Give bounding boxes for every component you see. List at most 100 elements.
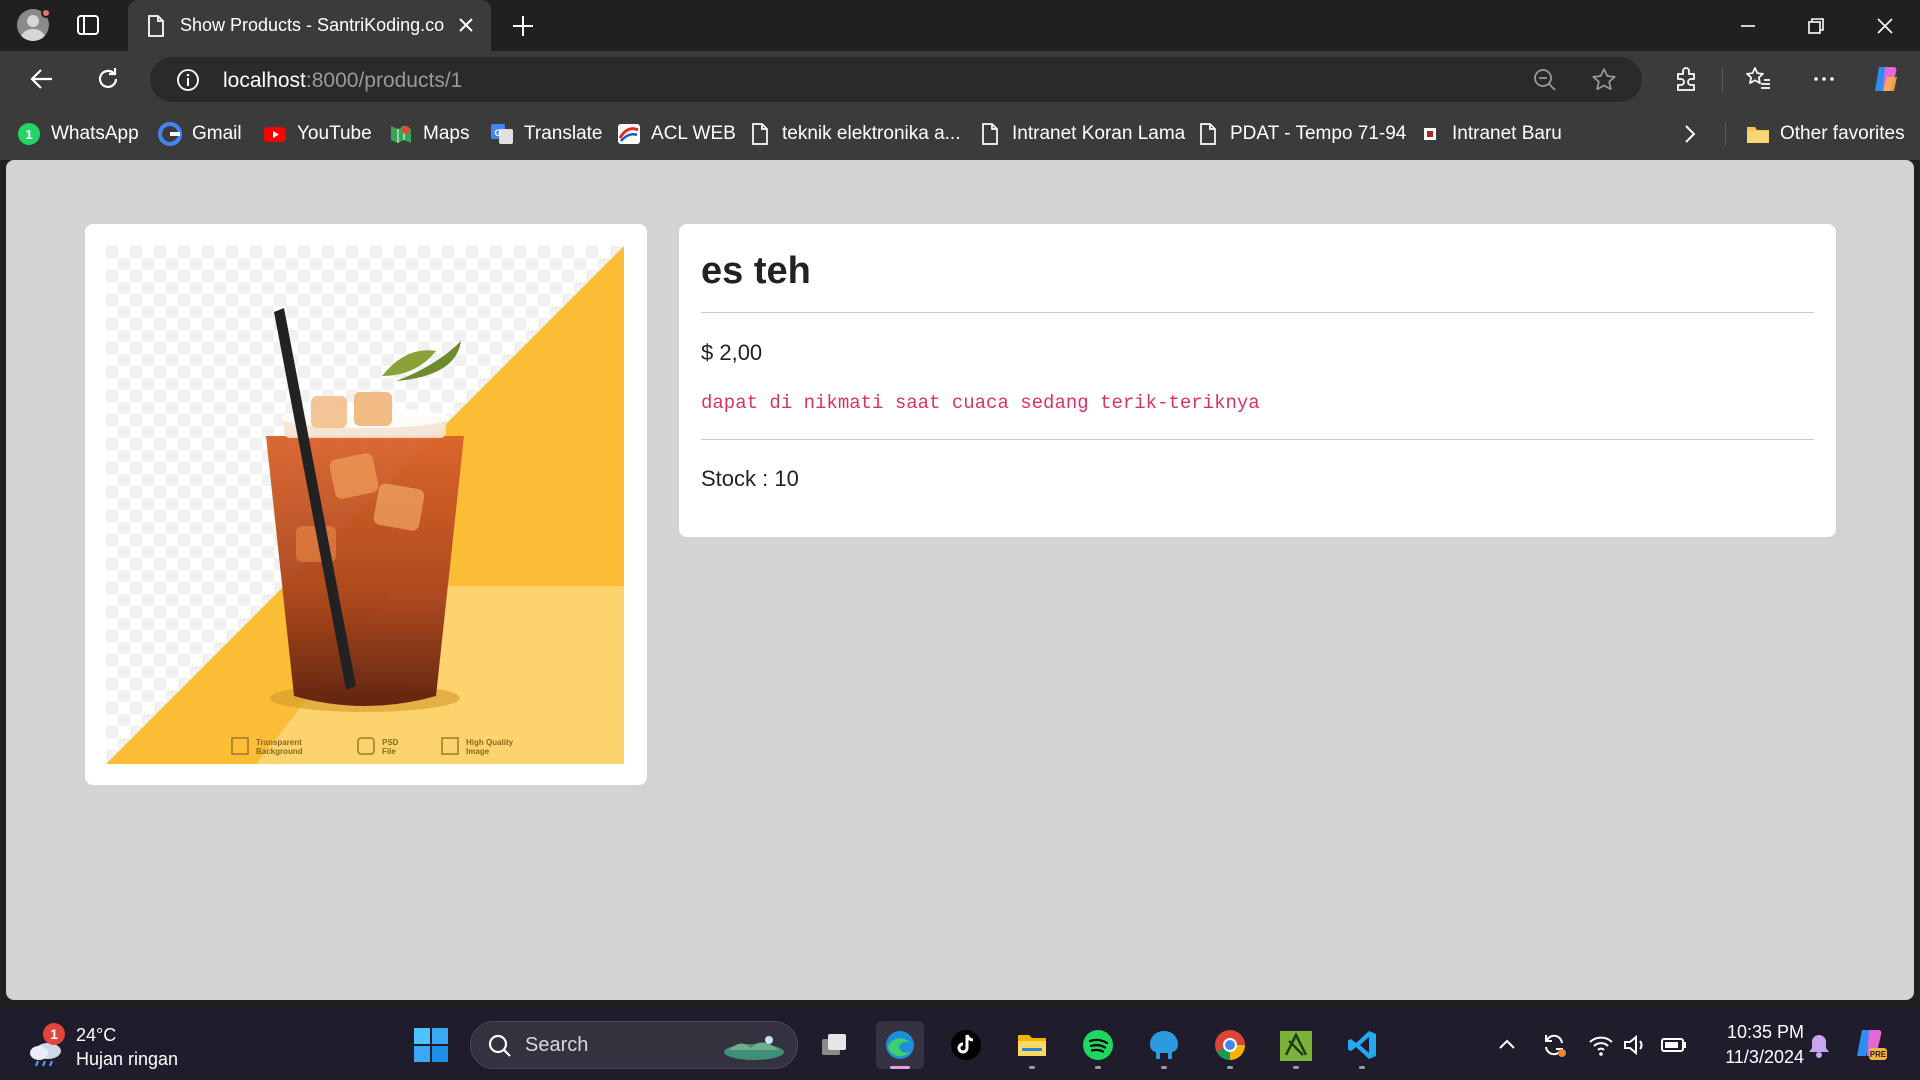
task-view-icon (822, 1034, 846, 1055)
product-stock: Stock : 10 (701, 466, 799, 491)
running-indicator (1161, 1066, 1167, 1069)
plus-icon[interactable] (510, 13, 536, 39)
svg-text:G: G (494, 128, 501, 138)
running-indicator (1359, 1066, 1365, 1069)
bookmark-gmail[interactable]: Gmail (158, 121, 242, 147)
badge-2-line1: PSD (382, 738, 399, 747)
tab-title: Show Products - SantriKoding.com (180, 15, 445, 35)
page-icon (982, 123, 998, 145)
taskbar-clock[interactable]: 10:35 PM 11/3/2024 (1700, 1020, 1804, 1070)
taskbar-edge[interactable] (876, 1021, 924, 1069)
zoom-out-icon[interactable] (1532, 67, 1558, 93)
copilot-icon[interactable] (1870, 63, 1902, 95)
product-name: es teh (701, 250, 811, 292)
search-icon (488, 1034, 511, 1057)
sync-icon[interactable] (1540, 1031, 1568, 1059)
vscode-icon (1348, 1031, 1376, 1059)
taskbar-search[interactable]: Search (470, 1021, 798, 1069)
restore-icon[interactable] (1803, 13, 1829, 39)
profile-notification-dot (41, 8, 51, 18)
taskbar-vscode[interactable] (1338, 1021, 1386, 1069)
page-icon (752, 123, 768, 145)
taskbar-xampp[interactable] (1272, 1021, 1320, 1069)
google-icon (158, 122, 182, 146)
page-viewport: Transparent Background PSD File High Qua… (6, 160, 1914, 1000)
taskbar-file-explorer[interactable] (1008, 1021, 1056, 1069)
tab-actions-icon[interactable] (76, 14, 100, 36)
running-indicator (1029, 1066, 1035, 1069)
product-image: Transparent Background PSD File High Qua… (106, 246, 624, 764)
chrome-icon (1215, 1030, 1245, 1060)
taskbar-chrome[interactable] (1206, 1021, 1254, 1069)
clock-time: 10:35 PM (1726, 1022, 1804, 1042)
divider (701, 439, 1814, 440)
file-explorer-icon (1018, 1035, 1046, 1056)
page-icon (148, 15, 164, 37)
bookmark-pdat-tempo[interactable]: PDAT - Tempo 71-94 (1196, 121, 1406, 147)
tiktok-icon (951, 1030, 981, 1060)
product-image-card: Transparent Background PSD File High Qua… (85, 224, 647, 785)
wifi-icon[interactable] (1587, 1031, 1615, 1059)
active-indicator (890, 1066, 910, 1069)
bookmark-acl-web[interactable]: ACL WEB (617, 121, 736, 147)
edge-icon (886, 1031, 914, 1059)
bookmark-teknik-elektronika[interactable]: teknik elektronika a... (748, 121, 960, 147)
clock-date: 11/3/2024 (1725, 1047, 1804, 1067)
taskbar-spotify[interactable] (1074, 1021, 1122, 1069)
windows-start-icon[interactable] (413, 1027, 449, 1063)
bookmark-other-favorites[interactable]: Other favorites (1746, 121, 1905, 147)
taskbar: 1 24°C Hujan ringan Search 10:35 PM 11/3… (0, 1010, 1920, 1080)
copilot-icon[interactable]: PRE (1852, 1026, 1888, 1062)
weather-condition: Hujan ringan (76, 1049, 179, 1069)
volume-icon[interactable] (1621, 1031, 1649, 1059)
whatsapp-icon: 1 (18, 123, 40, 145)
tab-close-icon[interactable] (456, 15, 476, 35)
title-bar: Show Products - SantriKoding.com (0, 0, 1920, 51)
badge-1-line1: Transparent (256, 738, 302, 747)
bookmark-whatsapp[interactable]: 1 WhatsApp (17, 121, 139, 147)
badge-3-line1: High Quality (466, 738, 514, 747)
battery-icon[interactable] (1660, 1031, 1688, 1059)
chevron-right-icon[interactable] (1678, 121, 1702, 147)
svg-text:PRE: PRE (1870, 1050, 1887, 1059)
spotify-icon (1083, 1030, 1113, 1060)
page-icon (1200, 123, 1216, 145)
notification-bell-icon[interactable] (1805, 1032, 1833, 1060)
xampp-icon (1280, 1031, 1312, 1061)
back-icon[interactable] (28, 65, 56, 93)
bookmark-youtube[interactable]: YouTube (263, 121, 372, 147)
search-highlight-icon (724, 1036, 784, 1060)
taskbar-app[interactable] (1140, 1021, 1188, 1069)
running-indicator (1293, 1066, 1299, 1069)
translate-icon: G (491, 124, 513, 144)
youtube-icon (264, 127, 286, 142)
minimize-icon[interactable] (1735, 13, 1761, 39)
running-indicator (1095, 1066, 1101, 1069)
bookmark-maps[interactable]: Maps (389, 121, 469, 147)
bookmarks-separator (1725, 122, 1726, 146)
taskbar-task-view[interactable] (810, 1021, 858, 1069)
svg-text:1: 1 (25, 127, 32, 142)
taskbar-tiktok[interactable] (942, 1021, 990, 1069)
url-host: localhost (223, 69, 306, 92)
bookmark-intranet-koran-lama[interactable]: Intranet Koran Lama (978, 121, 1185, 147)
favorite-star-icon[interactable] (1591, 67, 1617, 93)
weather-badge: 1 (43, 1023, 65, 1045)
chevron-up-icon[interactable] (1493, 1031, 1521, 1059)
badge-1-line2: Background (256, 747, 303, 756)
tab-active[interactable]: Show Products - SantriKoding.com (128, 0, 491, 51)
bookmark-translate[interactable]: G Translate (490, 121, 603, 147)
refresh-icon[interactable] (94, 65, 122, 93)
extensions-icon[interactable] (1672, 65, 1700, 93)
weather-temperature: 24°C (76, 1025, 117, 1045)
info-icon[interactable] (176, 68, 200, 92)
site-icon (1424, 128, 1436, 140)
url-path: :8000/products/1 (305, 69, 463, 92)
bookmark-intranet-baru[interactable]: Intranet Baru (1418, 121, 1562, 147)
weather-widget[interactable]: 1 24°C Hujan ringan (28, 1023, 208, 1069)
maps-icon (391, 126, 411, 143)
favorites-icon[interactable] (1744, 65, 1772, 93)
address-bar[interactable]: localhost:8000/products/1 (150, 57, 1642, 102)
more-icon[interactable] (1810, 65, 1838, 93)
close-icon[interactable] (1872, 13, 1898, 39)
